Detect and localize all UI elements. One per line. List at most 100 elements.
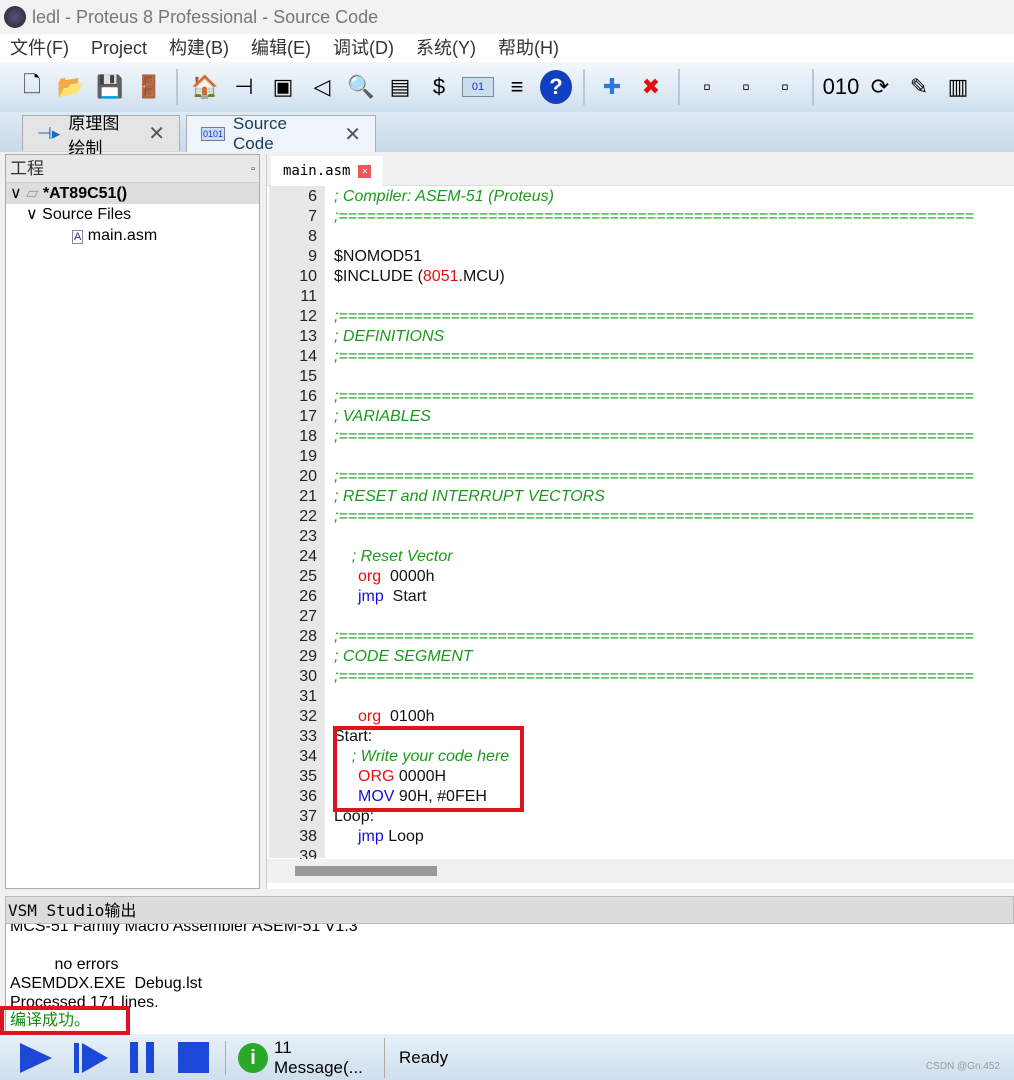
code-line[interactable]: ;=======================================… [334, 347, 974, 367]
small-3-icon[interactable]: ▫ [769, 70, 801, 104]
output-line: ASEMDDX.EXE Debug.lst [10, 975, 203, 992]
keyword: org [358, 708, 382, 725]
home-icon[interactable]: 🏠 [189, 70, 221, 104]
code-text: ; DEFINITIONS [334, 328, 445, 345]
code-text: $INCLUDE (8051.MCU) [334, 268, 505, 285]
small-2-icon[interactable]: ▫ [730, 70, 762, 104]
tab-label: Source Code [233, 114, 287, 153]
binary-icon: 0101 [201, 127, 226, 141]
save-icon[interactable]: 💾 [94, 70, 126, 104]
small-1-icon[interactable]: ▫ [691, 70, 723, 104]
tree-folder-label: Source Files [42, 206, 132, 223]
code-line[interactable]: ; VARIABLES [334, 407, 431, 427]
chevron-down-icon[interactable]: ∨ [26, 206, 38, 223]
code-text: ; RESET and INTERRUPT VECTORS [334, 488, 605, 505]
source-code-icon[interactable]: 01 [462, 77, 494, 97]
play-icon[interactable] [20, 1042, 52, 1073]
chevron-down-icon[interactable]: ∨ [10, 185, 22, 202]
tree-file[interactable]: A main.asm [6, 225, 259, 246]
new-file-icon[interactable]: 🗋 [16, 70, 48, 104]
code-line[interactable]: $INCLUDE (8051.MCU) [334, 267, 505, 287]
proteus-logo-icon [4, 6, 26, 28]
refresh-icon[interactable]: ⟳ [864, 70, 896, 104]
code-text: ;=======================================… [334, 628, 974, 645]
pcb-icon[interactable]: ▣ [267, 70, 299, 104]
binary-icon[interactable]: 010 [823, 70, 860, 104]
toolbar-separator [176, 69, 178, 105]
menu-item[interactable]: 文件(F) [10, 34, 69, 62]
step-icon[interactable] [74, 1042, 108, 1073]
tree-folder[interactable]: ∨ Source Files [6, 204, 259, 225]
code-text: ;=======================================… [334, 428, 974, 445]
stop-icon[interactable] [178, 1042, 209, 1073]
code-text: ;=======================================… [334, 348, 974, 365]
gerber-icon[interactable]: 🔍 [345, 70, 377, 104]
add-icon[interactable]: ✚ [596, 70, 628, 104]
highlight-box [333, 726, 524, 812]
code-line[interactable]: ; RESET and INTERRUPT VECTORS [334, 487, 605, 507]
exit-icon[interactable]: 🚪 [133, 70, 165, 104]
menu-item[interactable]: 构建(B) [169, 34, 229, 62]
close-icon[interactable]: ✕ [148, 121, 165, 146]
code-line[interactable]: ;=======================================… [334, 387, 974, 407]
code-line[interactable]: ; Reset Vector [334, 547, 453, 567]
tree-root[interactable]: ∨ ▱ *AT89C51() [6, 183, 259, 204]
code-line[interactable]: ;=======================================… [334, 667, 974, 687]
code-line[interactable]: $NOMOD51 [334, 247, 422, 267]
code-text: ; Compiler: ASEM-51 (Proteus) [334, 188, 554, 205]
keyword: jmp [358, 828, 384, 845]
close-icon[interactable]: ✕ [358, 164, 372, 178]
code-line[interactable]: ;=======================================… [334, 467, 974, 487]
file-tab-main[interactable]: main.asm ✕ [271, 156, 384, 186]
code-line[interactable]: ;=======================================… [334, 627, 974, 647]
code-line[interactable]: ;=======================================… [334, 207, 974, 227]
delete-icon[interactable]: ✖ [635, 70, 667, 104]
messages-button[interactable]: 11 Message(... [274, 1038, 384, 1078]
tab-source-code[interactable]: 0101 Source Code ✕ [186, 114, 376, 153]
horizontal-scrollbar[interactable] [267, 859, 1014, 883]
menu-item[interactable]: 编辑(E) [251, 34, 311, 62]
code-text: ; CODE SEGMENT [334, 648, 473, 665]
code-line[interactable]: ; CODE SEGMENT [334, 647, 473, 667]
notes-icon[interactable]: ≡ [501, 70, 533, 104]
menu-item[interactable]: Project [91, 34, 147, 62]
open-icon[interactable]: 📂 [55, 70, 87, 104]
code-line[interactable]: ;=======================================… [334, 307, 974, 327]
bom-icon[interactable]: ▤ [384, 70, 416, 104]
3d-view-icon[interactable]: ◁ [306, 70, 338, 104]
output-panel-header: VSM Studio输出 [5, 896, 1014, 924]
scrollbar-thumb[interactable] [295, 866, 437, 876]
pause-icon[interactable] [130, 1042, 154, 1073]
menu-item[interactable]: 帮助(H) [498, 34, 559, 62]
code-line[interactable]: ;=======================================… [334, 427, 974, 447]
code-line[interactable]: ; Compiler: ASEM-51 (Proteus) [334, 187, 554, 207]
menu-item[interactable]: 调试(D) [333, 34, 394, 62]
code-line[interactable]: org 0000h [334, 567, 435, 587]
help-icon[interactable]: ? [540, 70, 572, 104]
menu-bar: 文件(F) Project 构建(B) 编辑(E) 调试(D) 系统(Y) 帮助(H) [0, 34, 1014, 62]
code-text: ;=======================================… [334, 388, 974, 405]
pin-icon[interactable]: ▫ [251, 155, 255, 183]
tree-root-label: *AT89C51() [42, 185, 128, 202]
tools-icon[interactable]: ✎ [903, 70, 935, 104]
tab-schematic[interactable]: ⊣▸ 原理图绘制 ✕ [22, 114, 180, 158]
file-tab-bar: main.asm ✕ [267, 154, 1014, 186]
code-text: ;=======================================… [334, 208, 974, 225]
menu-item[interactable]: 系统(Y) [416, 34, 476, 62]
keyword: org [358, 568, 382, 585]
watermark: CSDN @Gn.452 [925, 1061, 1000, 1072]
toolbar-separator [678, 69, 680, 105]
status-text: Ready [399, 1047, 449, 1067]
code-line[interactable]: ; DEFINITIONS [334, 327, 444, 347]
code-line[interactable]: org 0100h [334, 707, 435, 727]
design-explorer-icon[interactable]: $ [423, 70, 455, 104]
code-line[interactable]: jmp Start [334, 587, 426, 607]
code-line[interactable]: ;=======================================… [334, 507, 974, 527]
code-line[interactable]: jmp Loop [334, 827, 424, 847]
code-text: Loop [383, 828, 424, 845]
info-icon[interactable]: i [238, 1042, 268, 1073]
close-icon[interactable]: ✕ [344, 122, 361, 147]
chip-icon[interactable]: ▥ [942, 70, 974, 104]
code-text: $NOMOD51 [334, 248, 423, 265]
schematic-icon[interactable]: ⊣ [228, 70, 260, 104]
